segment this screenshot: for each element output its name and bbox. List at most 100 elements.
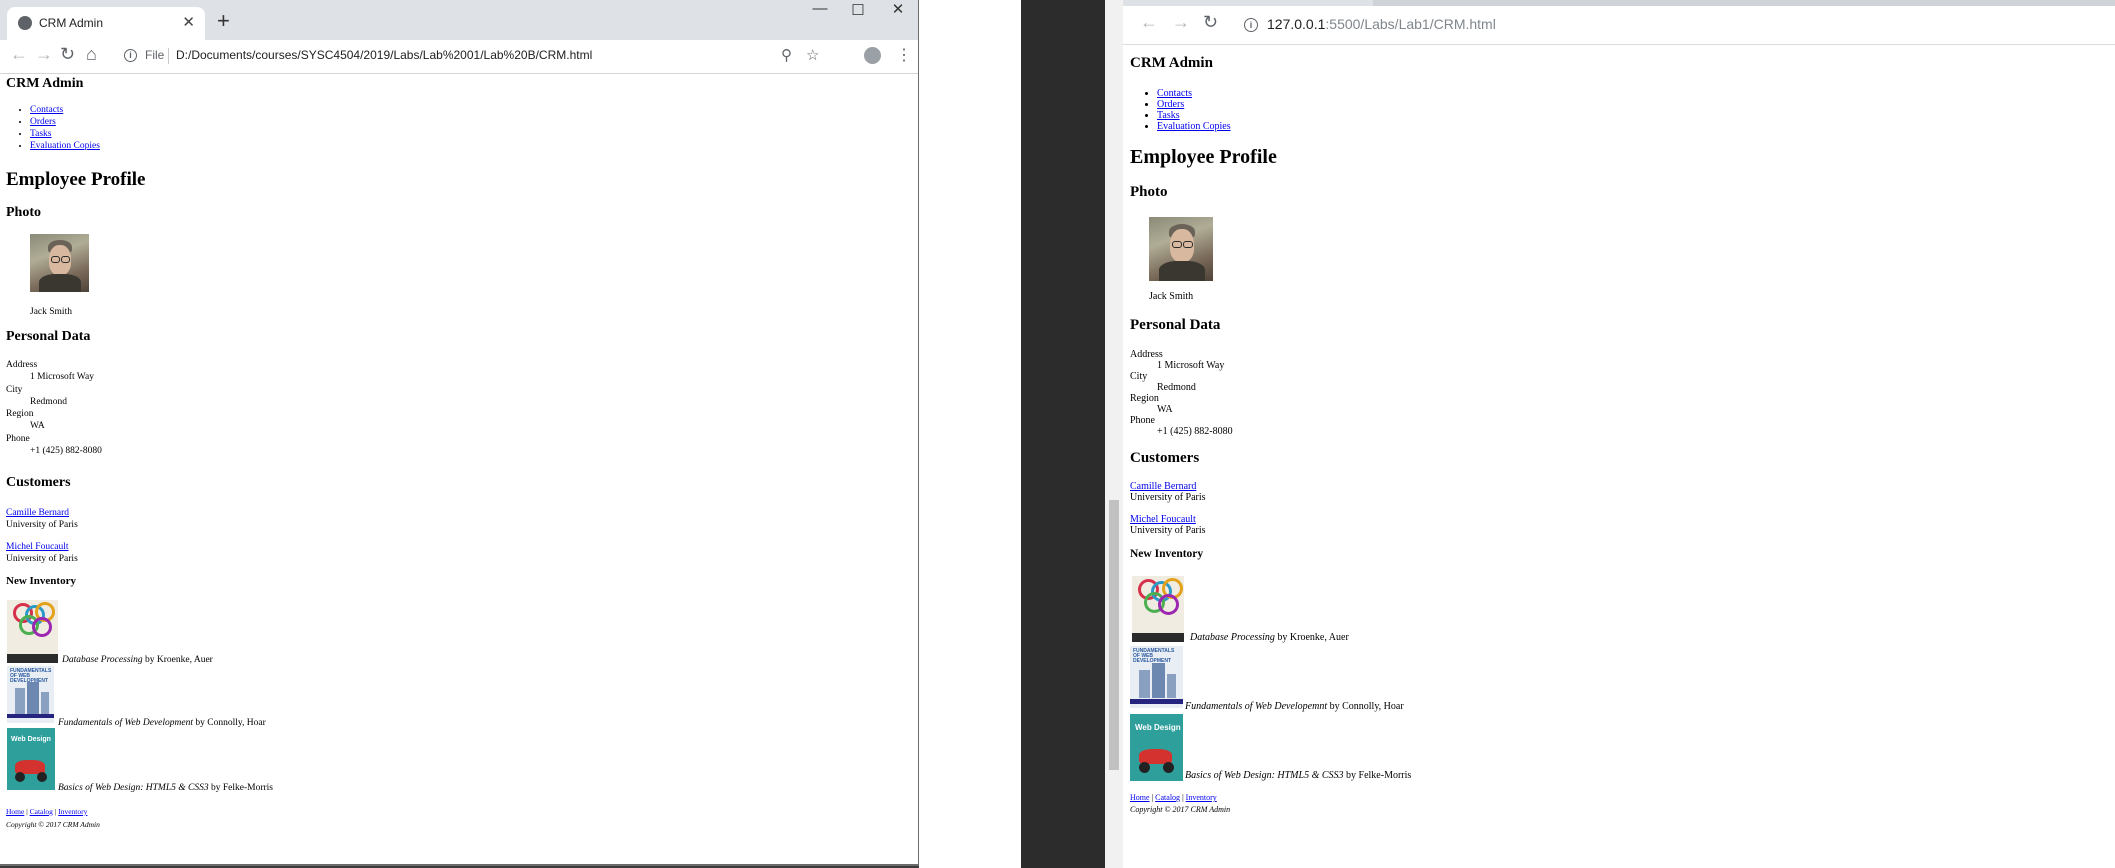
nav-link-orders[interactable]: Orders — [30, 117, 56, 127]
book-caption: Database Processing by Kroenke, Auer — [62, 655, 213, 665]
footer-separator: | — [26, 807, 28, 816]
nav-link-evaluation-copies[interactable]: Evaluation Copies — [30, 141, 100, 151]
customers-heading: Customers — [1130, 450, 1200, 466]
customer-item: Camille Bernard University of Paris — [6, 507, 78, 531]
nav-item-contacts: Contacts — [1157, 88, 1231, 99]
footer-separator: | — [54, 807, 57, 816]
footer-nav: Home | Catalog | Inventory — [6, 807, 87, 816]
nav-link-orders[interactable]: Orders — [1157, 99, 1184, 110]
back-icon[interactable]: ← — [1140, 12, 1158, 33]
address-value: 1 Microsoft Way — [1157, 360, 1225, 371]
book-caption: Basics of Web Design: HTML5 & CSS3 by Fe… — [1185, 770, 1411, 781]
personal-data-heading: Personal Data — [6, 329, 91, 344]
book-caption: Database Processing by Kroenke, Auer — [1190, 632, 1349, 643]
city-label: City — [6, 384, 23, 395]
city-value: Redmond — [1157, 382, 1196, 393]
region-value: WA — [30, 421, 45, 432]
book-cover-basics-web-design: Web Design — [1130, 714, 1183, 781]
star-icon[interactable]: ☆ — [806, 46, 819, 64]
book-cover-database-processing — [7, 600, 58, 663]
nav-item-tasks: Tasks — [30, 128, 100, 140]
book-authors: Kroenke, Auer — [156, 655, 213, 665]
customer-link-michel-foucault[interactable]: Michel Foucault — [1130, 514, 1196, 525]
customer-item: Michel Foucault University of Paris — [6, 541, 78, 565]
copyright: Copyright © 2017 CRM Admin — [1130, 805, 1231, 814]
close-tab-icon[interactable]: ✕ — [182, 13, 195, 31]
footer-link-catalog[interactable]: Catalog — [1155, 793, 1180, 802]
url-host: 127.0.0.1 — [1267, 16, 1326, 32]
personal-data-list: Address 1 Microsoft Way City Redmond Reg… — [6, 359, 102, 457]
file-label: File — [145, 48, 165, 62]
phone-value: +1 (425) 882-8080 — [1157, 426, 1233, 437]
city-label: City — [1130, 371, 1148, 382]
tab-crm-admin[interactable]: CRM Admin ✕ — [7, 7, 205, 40]
address-value: 1 Microsoft Way — [30, 372, 94, 383]
address-label: Address — [1130, 349, 1163, 360]
footer-link-catalog[interactable]: Catalog — [30, 807, 53, 816]
book-caption: Fundamentals of Web Developemnt by Conno… — [1185, 701, 1404, 712]
book-caption: Fundamentals of Web Development by Conno… — [58, 718, 266, 728]
scrollbar-thumb[interactable] — [1109, 500, 1119, 770]
book-title: Fundamentals of Web Development — [58, 718, 193, 728]
region-label: Region — [6, 409, 34, 420]
close-window-icon[interactable]: ✕ — [875, 0, 918, 24]
customer-item: Michel Foucault University of Paris — [1130, 514, 1206, 536]
footer-link-inventory[interactable]: Inventory — [58, 807, 87, 816]
footer-link-home[interactable]: Home — [6, 807, 24, 816]
customer-link-michel-foucault[interactable]: Michel Foucault — [6, 542, 69, 552]
customer-link-camille-bernard[interactable]: Camille Bernard — [1130, 481, 1196, 492]
reload-icon[interactable]: ↻ — [60, 44, 75, 65]
main-nav: Contacts Orders Tasks Evaluation Copies — [30, 104, 100, 152]
address-bar[interactable]: 127.0.0.1:5500/Labs/Lab1/CRM.html — [1267, 16, 1496, 32]
info-icon[interactable]: i — [1244, 18, 1258, 32]
book-cover-fundamentals-web-development: FUNDAMENTALS OF WEB DEVELOPMENT — [1130, 646, 1183, 708]
customer-link-camille-bernard[interactable]: Camille Bernard — [6, 508, 69, 518]
info-icon[interactable]: i — [124, 49, 137, 62]
editor-edge — [1021, 0, 1105, 868]
book-by: by — [1329, 701, 1340, 712]
employee-name: Jack Smith — [1149, 291, 1194, 302]
footer-nav: Home | Catalog | Inventory — [1130, 793, 1217, 802]
browser-toolbar: ← → ↻ ⌂ i File D:/Documents/courses/SYSC… — [0, 40, 918, 74]
book-authors: Connolly, Hoar — [1342, 701, 1404, 712]
new-tab-icon[interactable]: + — [217, 8, 230, 34]
nav-link-tasks[interactable]: Tasks — [1157, 110, 1180, 121]
nav-link-contacts[interactable]: Contacts — [1157, 88, 1192, 99]
copyright: Copyright © 2017 CRM Admin — [6, 820, 100, 829]
nav-item-evaluation-copies: Evaluation Copies — [1157, 121, 1231, 132]
book-title: Database Processing — [1190, 632, 1275, 643]
forward-icon[interactable]: → — [1172, 12, 1190, 33]
nav-link-tasks[interactable]: Tasks — [30, 129, 52, 139]
personal-data-heading: Personal Data — [1130, 317, 1221, 333]
reload-icon[interactable]: ↻ — [1203, 12, 1218, 33]
book-by: by — [210, 783, 221, 793]
nav-item-contacts: Contacts — [30, 104, 100, 116]
book-cover-database-processing — [1132, 576, 1184, 642]
left-browser-window: CRM Admin ✕ + — ☐ ✕ ← → ↻ ⌂ i File D:/Do… — [0, 0, 919, 866]
nav-link-contacts[interactable]: Contacts — [30, 105, 63, 115]
url-path: :5500/Labs/Lab1/CRM.html — [1325, 16, 1496, 32]
nav-link-evaluation-copies[interactable]: Evaluation Copies — [1157, 121, 1231, 132]
footer-separator: | — [1182, 793, 1184, 802]
book-caption: Basics of Web Design: HTML5 & CSS3 by Fe… — [58, 783, 273, 793]
customer-org: University of Paris — [1130, 525, 1206, 536]
book-authors: Felke-Morris — [1358, 770, 1412, 781]
book-cover-basics-web-design: Web Design — [7, 728, 55, 790]
footer-link-home[interactable]: Home — [1130, 793, 1150, 802]
forward-icon[interactable]: → — [35, 44, 53, 65]
profile-avatar[interactable] — [864, 47, 881, 64]
customer-org: University of Paris — [6, 554, 78, 564]
personal-data-list: Address 1 Microsoft Way City Redmond Reg… — [1130, 349, 1233, 437]
address-separator — [168, 48, 169, 64]
book-authors: Felke-Morris — [222, 783, 273, 793]
employee-photo — [1149, 217, 1213, 281]
zoom-icon[interactable]: ⚲ — [781, 46, 792, 64]
site-title: CRM Admin — [6, 76, 84, 91]
home-icon[interactable]: ⌂ — [86, 44, 97, 65]
customer-org: University of Paris — [1130, 492, 1206, 503]
footer-link-inventory[interactable]: Inventory — [1186, 793, 1217, 802]
address-bar[interactable]: D:/Documents/courses/SYSC4504/2019/Labs/… — [176, 48, 592, 62]
back-icon[interactable]: ← — [10, 44, 28, 65]
menu-icon[interactable]: ⋮ — [896, 45, 912, 65]
book-by: by — [195, 718, 205, 728]
